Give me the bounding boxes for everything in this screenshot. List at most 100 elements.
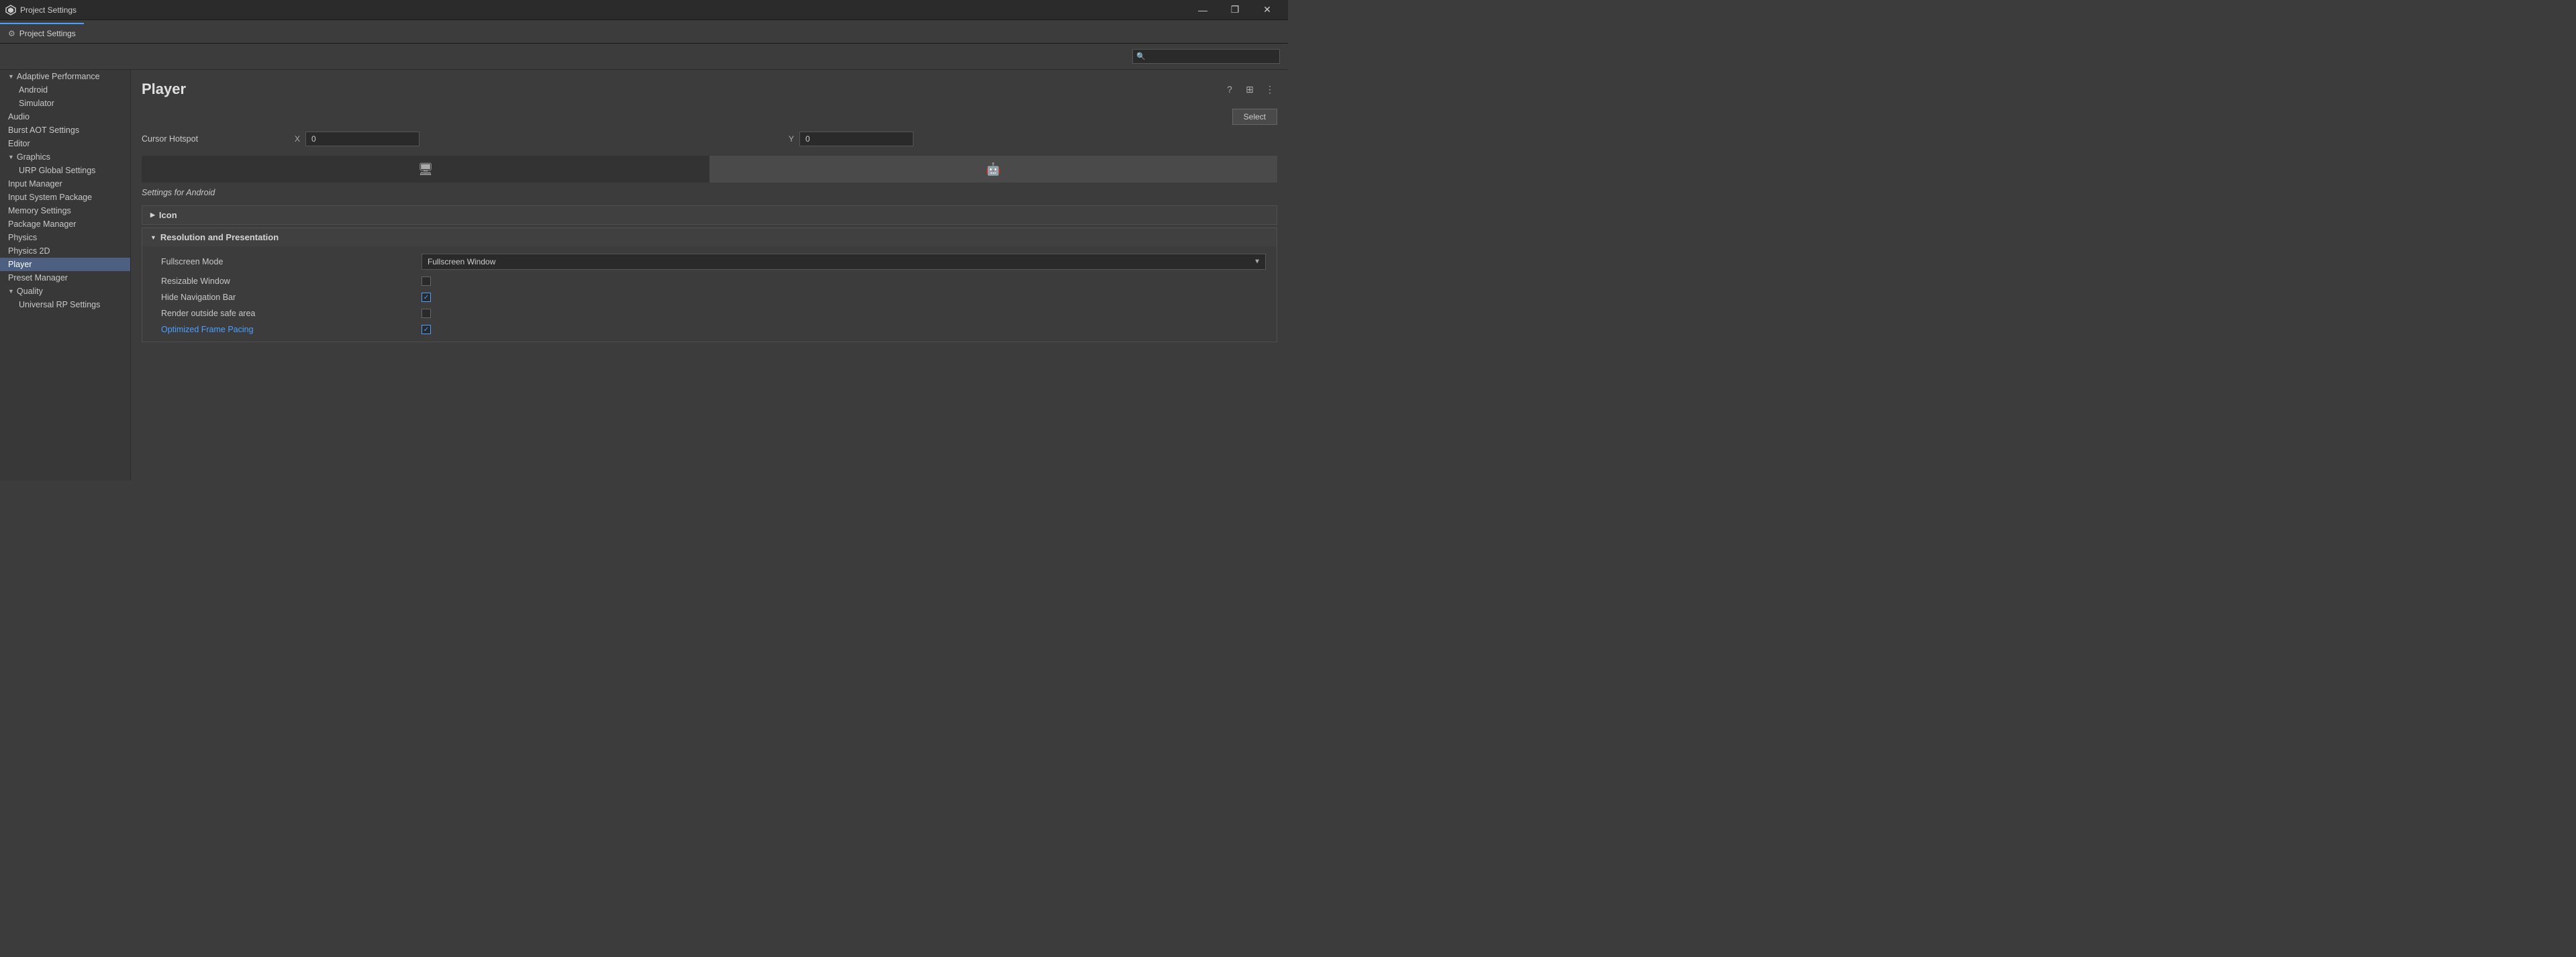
sidebar-item-android[interactable]: Android <box>0 83 130 97</box>
optimized-frame-pacing-row: Optimized Frame Pacing <box>142 321 1277 338</box>
y-coord-group: Y <box>789 132 1277 146</box>
optimized-frame-pacing-checkbox[interactable] <box>422 325 431 334</box>
sidebar-label-android: Android <box>19 85 48 95</box>
icon-section-header[interactable]: ▶ Icon <box>142 206 1277 224</box>
y-input[interactable] <box>799 132 913 146</box>
sidebar-item-physics-2d[interactable]: Physics 2D <box>0 244 130 258</box>
triangle-down-graphics-icon: ▼ <box>8 154 14 160</box>
x-label: X <box>295 134 303 144</box>
sidebar-item-input-manager[interactable]: Input Manager <box>0 177 130 191</box>
triangle-down-resolution-icon: ▼ <box>150 234 156 241</box>
sidebar-item-burst-aot[interactable]: Burst AOT Settings <box>0 123 130 137</box>
sidebar-item-quality[interactable]: ▼ Quality <box>0 285 130 298</box>
player-title: Player <box>142 81 186 98</box>
y-label: Y <box>789 134 797 144</box>
sidebar-item-adaptive-performance[interactable]: ▼ Adaptive Performance <box>0 70 130 83</box>
resolution-section-header[interactable]: ▼ Resolution and Presentation <box>142 228 1277 246</box>
sidebar-item-editor[interactable]: Editor <box>0 137 130 150</box>
maximize-button[interactable]: ❐ <box>1220 0 1250 20</box>
sidebar-item-urp-global[interactable]: URP Global Settings <box>0 164 130 177</box>
search-input-wrap: 🔍 <box>1132 49 1280 64</box>
desktop-icon: 🖥 <box>418 162 434 177</box>
fullscreen-mode-dropdown[interactable]: Fullscreen Window Windowed Maximized Win… <box>422 254 1266 270</box>
search-input[interactable] <box>1132 49 1280 64</box>
sidebar: ▼ Adaptive Performance Android Simulator… <box>0 70 131 481</box>
tab-gear-icon: ⚙ <box>8 29 15 38</box>
sidebar-item-simulator[interactable]: Simulator <box>0 97 130 110</box>
main-layout: ▼ Adaptive Performance Android Simulator… <box>0 70 1288 481</box>
render-outside-safe-area-value <box>422 309 1266 318</box>
sidebar-label-adaptive-performance: Adaptive Performance <box>17 72 100 81</box>
resizable-window-row: Resizable Window <box>142 273 1277 289</box>
triangle-right-icon: ▶ <box>150 211 155 219</box>
render-outside-safe-area-checkbox[interactable] <box>422 309 431 318</box>
settings-for-label: Settings for Android <box>131 183 1288 203</box>
settings-for-text: Settings for Android <box>142 188 215 197</box>
sidebar-item-audio[interactable]: Audio <box>0 110 130 123</box>
select-button[interactable]: Select <box>1232 109 1277 125</box>
platform-tabs: 🖥 🤖 <box>142 156 1277 183</box>
sidebar-item-graphics[interactable]: ▼ Graphics <box>0 150 130 164</box>
sidebar-label-package-manager: Package Manager <box>8 219 76 229</box>
fullscreen-mode-row: Fullscreen Mode Fullscreen Window Window… <box>142 250 1277 273</box>
sidebar-label-quality: Quality <box>17 287 43 296</box>
project-settings-tab[interactable]: ⚙ Project Settings <box>0 23 84 43</box>
triangle-down-icon: ▼ <box>8 73 14 80</box>
sidebar-label-universal-rp: Universal RP Settings <box>19 300 100 309</box>
sidebar-item-input-system-package[interactable]: Input System Package <box>0 191 130 204</box>
player-header: Player ? ⊞ ⋮ <box>131 70 1288 106</box>
sidebar-item-universal-rp[interactable]: Universal RP Settings <box>0 298 130 311</box>
select-area: Select <box>131 106 1288 128</box>
tab-label: Project Settings <box>19 29 76 38</box>
resolution-section-label: Resolution and Presentation <box>160 232 279 242</box>
title-bar-left: Project Settings <box>5 5 77 15</box>
cursor-hotspot-row: Cursor Hotspot X Y <box>131 128 1288 150</box>
optimized-frame-pacing-value <box>422 325 1266 334</box>
hide-navigation-bar-value <box>422 293 1266 302</box>
sidebar-label-input-system-package: Input System Package <box>8 193 92 202</box>
sidebar-label-burst-aot: Burst AOT Settings <box>8 125 79 135</box>
more-options-button[interactable]: ⋮ <box>1262 82 1277 97</box>
hide-navigation-bar-label: Hide Navigation Bar <box>161 293 416 302</box>
cursor-hotspot-label: Cursor Hotspot <box>142 134 289 144</box>
android-platform-tab[interactable]: 🤖 <box>709 156 1277 183</box>
tab-bar: ⚙ Project Settings <box>0 20 1288 44</box>
sidebar-label-memory-settings: Memory Settings <box>8 206 71 215</box>
minimize-button[interactable]: — <box>1187 0 1218 20</box>
icon-section-label: Icon <box>159 210 177 220</box>
sidebar-label-editor: Editor <box>8 139 30 148</box>
title-bar: Project Settings — ❐ ✕ <box>0 0 1288 20</box>
title-bar-controls: — ❐ ✕ <box>1187 0 1283 20</box>
sidebar-item-preset-manager[interactable]: Preset Manager <box>0 271 130 285</box>
unity-logo-icon <box>5 5 16 15</box>
x-input[interactable] <box>305 132 419 146</box>
sidebar-label-urp-global: URP Global Settings <box>19 166 95 175</box>
render-outside-safe-area-label: Render outside safe area <box>161 309 416 318</box>
resizable-window-checkbox[interactable] <box>422 276 431 286</box>
content-area: Player ? ⊞ ⋮ Select Cursor Hotspot X Y <box>131 70 1288 481</box>
resizable-window-label: Resizable Window <box>161 276 416 286</box>
sidebar-item-physics[interactable]: Physics <box>0 231 130 244</box>
resolution-section: ▼ Resolution and Presentation Fullscreen… <box>142 228 1277 342</box>
settings-sliders-button[interactable]: ⊞ <box>1242 82 1257 97</box>
android-icon: 🤖 <box>986 162 1001 177</box>
sidebar-item-package-manager[interactable]: Package Manager <box>0 217 130 231</box>
sidebar-label-audio: Audio <box>8 112 30 121</box>
title-bar-title: Project Settings <box>20 5 77 15</box>
resolution-section-body: Fullscreen Mode Fullscreen Window Window… <box>142 246 1277 342</box>
render-outside-safe-area-row: Render outside safe area <box>142 305 1277 321</box>
fullscreen-mode-label: Fullscreen Mode <box>161 257 416 266</box>
sidebar-label-player: Player <box>8 260 32 269</box>
sidebar-item-memory-settings[interactable]: Memory Settings <box>0 204 130 217</box>
player-header-icons: ? ⊞ ⋮ <box>1222 82 1277 97</box>
hide-navigation-bar-row: Hide Navigation Bar <box>142 289 1277 305</box>
sidebar-label-physics: Physics <box>8 233 37 242</box>
fullscreen-mode-value: Fullscreen Window Windowed Maximized Win… <box>422 254 1266 270</box>
hide-navigation-bar-checkbox[interactable] <box>422 293 431 302</box>
close-button[interactable]: ✕ <box>1252 0 1283 20</box>
help-button[interactable]: ? <box>1222 82 1237 97</box>
icon-section: ▶ Icon <box>142 205 1277 225</box>
optimized-frame-pacing-label[interactable]: Optimized Frame Pacing <box>161 325 416 334</box>
sidebar-item-player[interactable]: Player <box>0 258 130 271</box>
desktop-platform-tab[interactable]: 🖥 <box>142 156 709 183</box>
